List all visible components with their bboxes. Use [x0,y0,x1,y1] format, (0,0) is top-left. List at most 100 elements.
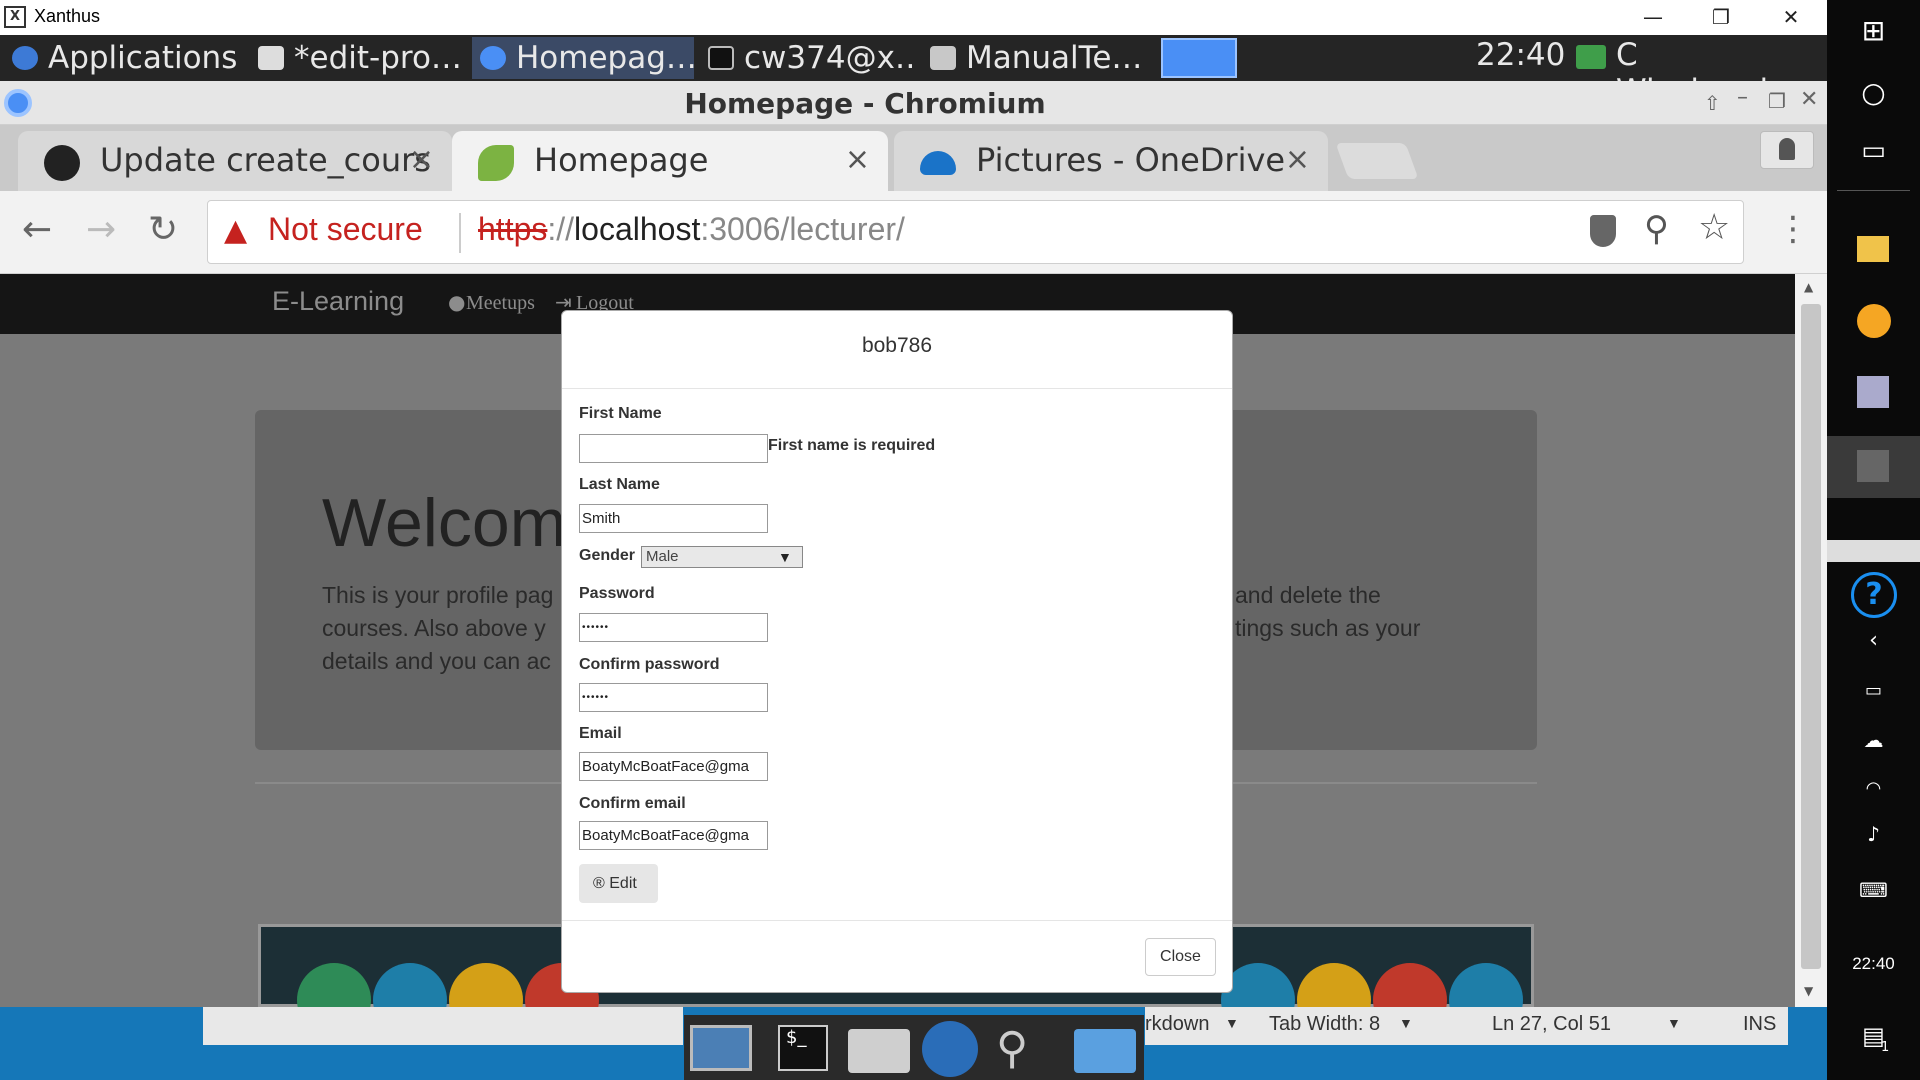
tab-homepage[interactable]: Homepage × [452,131,888,191]
search-icon[interactable]: ⚲ [996,1023,1028,1074]
window-minimize-icon[interactable]: – [1737,85,1748,110]
first-name-error: First name is required [768,437,936,454]
home-folder-icon[interactable] [848,1029,910,1073]
tab-width[interactable]: Tab Width: 8 [1269,1013,1380,1036]
gender-select[interactable]: Male ▼ [641,546,803,568]
file-explorer-icon[interactable] [1857,236,1889,262]
onedrive-tray-icon[interactable]: ☁ [1827,728,1920,752]
help-icon[interactable]: ? [1851,572,1897,618]
scroll-down-icon[interactable]: ▼ [1804,984,1813,998]
keyboard-icon[interactable]: ⌨ [1827,878,1920,902]
web-browser-icon[interactable] [922,1021,978,1077]
confirm-password-field[interactable]: •••••• [579,683,768,712]
task-label: *edit-pro… [294,40,462,76]
menu-icon[interactable]: ⋮ [1776,209,1810,249]
windows-start-icon[interactable]: ⊞ [1827,14,1920,47]
url-host: localhost [574,211,701,247]
confirm-password-label: Confirm password [579,656,720,673]
app-icon-orange[interactable] [1857,304,1891,338]
close-button[interactable]: Close [1145,938,1216,976]
tab-label: Homepage [534,141,709,179]
gender-selected-value: Male [646,548,679,565]
password-field[interactable]: •••••• [579,613,768,642]
shield-blocked-icon[interactable] [1590,215,1616,247]
bottom-strip [203,1007,683,1045]
xanthus-taskbar-icon[interactable] [1857,376,1889,408]
task-file-manager[interactable]: ManualTe… [922,37,1144,79]
close-window-button[interactable]: ✕ [1756,0,1826,35]
brand-link[interactable]: E-Learning [272,286,404,317]
onedrive-cloud-icon [920,151,956,175]
cursor-position: Ln 27, Col 51 [1492,1013,1611,1035]
task-chromium[interactable]: Homepag… [472,37,694,79]
volume-icon[interactable]: ♪ [1827,822,1920,846]
profile-button[interactable] [1760,131,1814,169]
zoom-icon[interactable]: ⚲ [1644,209,1669,249]
window-close-icon[interactable]: ✕ [1800,87,1818,112]
reload-icon[interactable]: ↻ [148,209,178,250]
chevron-down-icon: ▼ [778,549,792,565]
email-field[interactable]: BoatyMcBoatFace@gma [579,752,768,781]
avatar [1449,963,1523,1007]
modal-title: bob786 [562,311,1232,389]
taskbar-scroll[interactable] [1827,540,1920,562]
xfce-panel: Applications *edit-pro… Homepag… cw374@x… [0,35,1827,109]
tab-close-icon[interactable]: × [409,131,434,189]
syntax-mode[interactable]: rkdown [1145,1013,1209,1036]
last-name-field[interactable]: Smith [579,504,768,533]
file-manager-icon[interactable] [1074,1029,1136,1073]
bookmark-star-icon[interactable]: ☆ [1698,207,1730,248]
restore-button[interactable]: ❐ [1686,0,1756,35]
minimize-button[interactable]: — [1618,0,1688,35]
task-label: cw374@x… [744,40,916,76]
first-name-field[interactable] [579,434,768,463]
scroll-up-icon[interactable]: ▲ [1804,280,1813,294]
terminal-icon [708,46,734,70]
nav-meetups[interactable]: Meetups [466,292,535,315]
scroll-thumb[interactable] [1801,304,1821,969]
edit-button[interactable]: ® Edit [579,864,658,903]
workspace-switcher[interactable] [1161,38,1237,78]
window-up-icon[interactable]: ⇧ [1704,91,1721,115]
new-tab-button[interactable] [1335,143,1419,179]
window-maximize-icon[interactable]: ❐ [1768,89,1786,113]
tab-github[interactable]: Update create_cours × [18,131,452,191]
windows-clock[interactable]: 22:40 [1827,954,1920,974]
tab-close-icon[interactable]: × [845,131,870,189]
syntax-mode-chevron-icon: ▼ [1225,1015,1239,1031]
task-terminal[interactable]: cw374@x… [700,37,916,79]
task-editor[interactable]: *edit-pro… [250,37,464,79]
task-view-icon[interactable]: ▭ [1827,136,1920,166]
back-icon[interactable]: ← [22,209,52,250]
chevron-left-icon[interactable]: ‹ [1827,628,1920,653]
not-secure-label: Not secure [268,211,423,247]
taskbar-divider [1837,190,1910,191]
applications-menu-button[interactable]: Applications [4,37,244,79]
show-desktop-icon[interactable] [690,1025,752,1071]
url-text: https://localhost:3006/lecturer/ [478,211,905,248]
tab-onedrive[interactable]: Pictures - OneDrive × [894,131,1328,191]
xanthus-active-icon[interactable] [1857,450,1889,482]
omnibox[interactable]: ▲ Not secure https://localhost:3006/lect… [207,200,1744,264]
notification-center-icon[interactable]: ▤ [1827,1022,1920,1050]
tab-label: Update create_cours [100,141,431,179]
map-marker-icon: ● [448,290,466,314]
avatar [1297,963,1371,1007]
avatar [297,963,371,1007]
page-scrollbar[interactable]: ▲ ▼ [1795,274,1827,1007]
applications-label: Applications [48,40,238,76]
cortana-icon[interactable]: ○ [1827,76,1920,109]
person-icon [1779,138,1795,160]
tab-close-icon[interactable]: × [1285,131,1310,189]
first-name-label: First Name [579,405,662,422]
wifi-icon[interactable]: ◠ [1827,778,1920,799]
forward-icon[interactable]: → [86,209,116,250]
terminal-launcher-icon[interactable]: $_ [778,1025,828,1071]
editor-statusbar: rkdown ▼ Tab Width: 8 ▼ Ln 27, Col 51 ▼ … [1145,1007,1788,1045]
gender-label: Gender [579,547,636,564]
confirm-email-field[interactable]: BoatyMcBoatFace@gma [579,821,768,850]
position-chevron-icon: ▼ [1667,1015,1681,1031]
xfce-mouse-icon [12,46,38,70]
intro-line-1-right: and delete the [1235,582,1381,608]
email-label: Email [579,725,622,742]
